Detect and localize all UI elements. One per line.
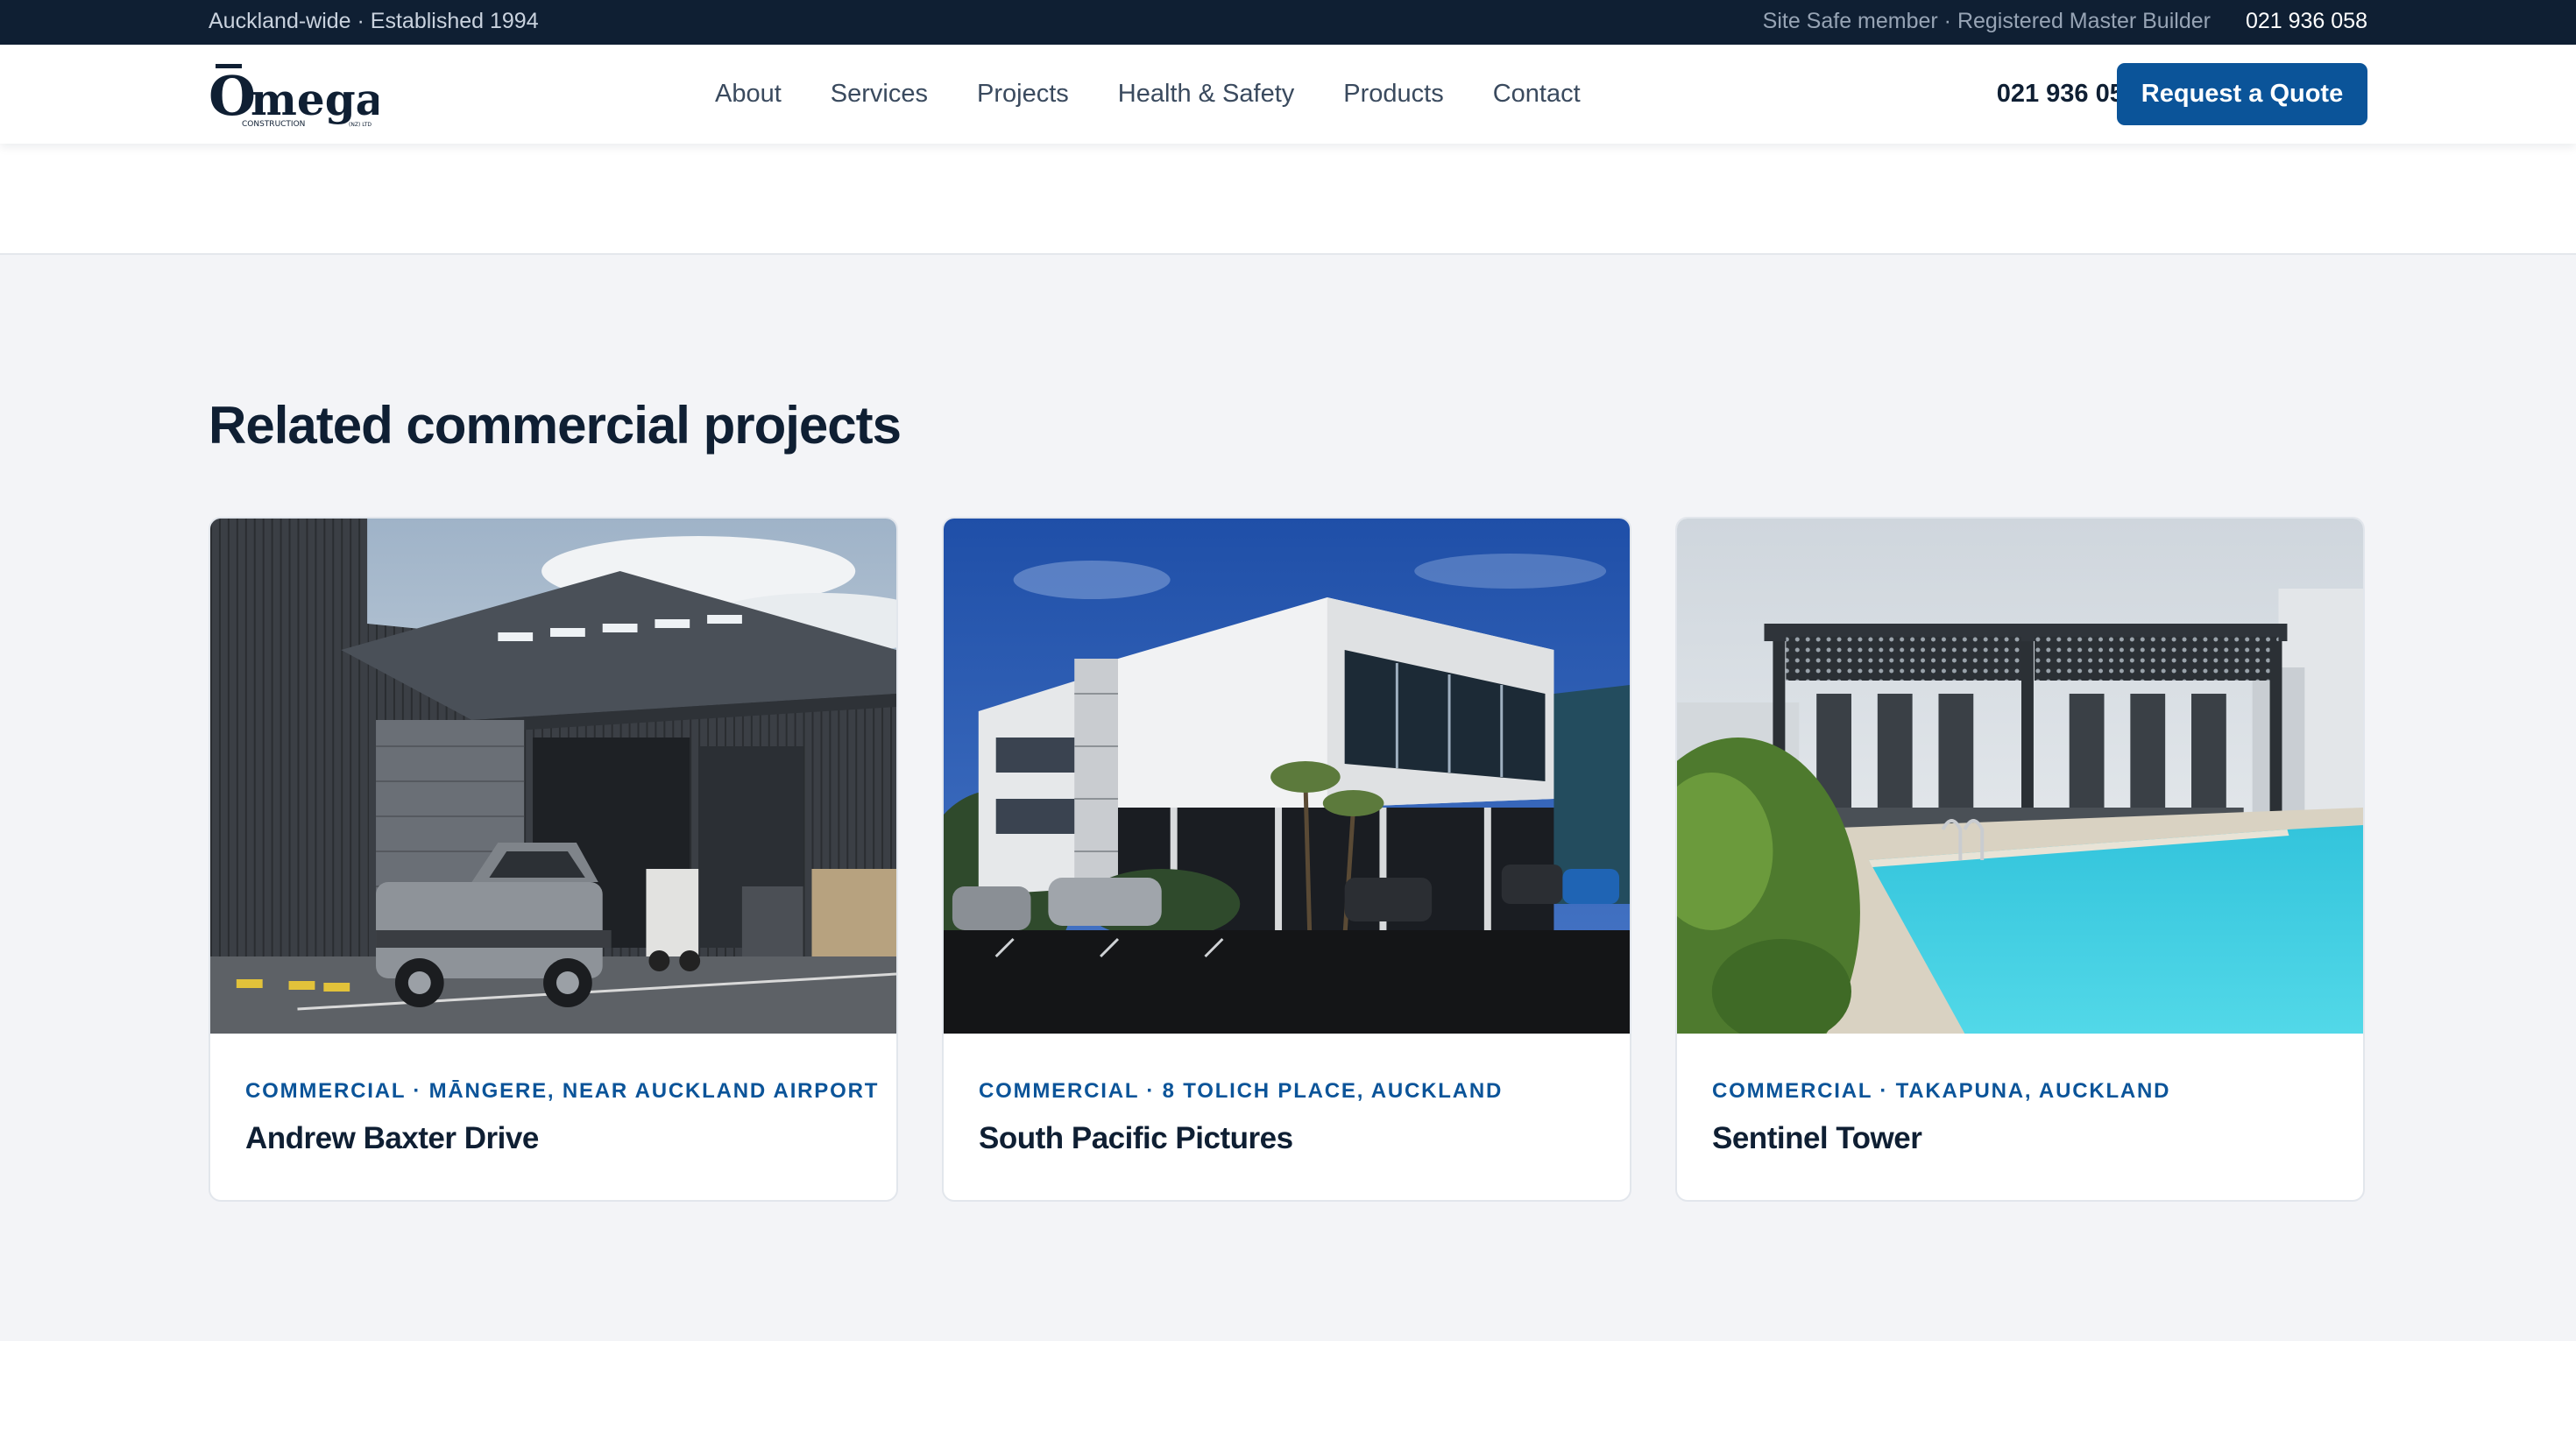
tagline: Auckland-wide · Established 1994 (209, 9, 539, 33)
main-navbar: O mega CONSTRUCTION (NZ) LTD About Servi… (0, 45, 2576, 144)
project-name[interactable]: Andrew Baxter Drive (245, 1121, 539, 1156)
pool-pergola-photo (1677, 519, 2363, 1034)
project-card-andrew-baxter-drive[interactable]: COMMERCIAL · MĀNGERE, NEAR AUCKLAND AIRP… (209, 517, 898, 1202)
top-utility-bar: Auckland-wide · Established 1994 Site Sa… (0, 0, 2576, 45)
nav-link-projects[interactable]: Projects (977, 80, 1069, 109)
logo-letter: O (209, 64, 256, 128)
project-meta: COMMERCIAL · 8 TOLICH PLACE, AUCKLAND (979, 1079, 1504, 1103)
logo-subtext-small: (NZ) LTD (349, 122, 372, 128)
project-card-south-pacific-pictures[interactable]: COMMERCIAL · 8 TOLICH PLACE, AUCKLAND So… (942, 517, 1631, 1202)
topbar-right: Site Safe member · Registered Master Bui… (1763, 9, 2367, 34)
page-footer-spacer (0, 1341, 2576, 1454)
related-projects-section: Related commercial projects COMMERCIAL ·… (0, 253, 2576, 1343)
nav-link-about[interactable]: About (715, 80, 782, 109)
nav-link-services[interactable]: Services (831, 80, 928, 109)
nav-link-contact[interactable]: Contact (1493, 80, 1581, 109)
logo-wordmark: mega (251, 74, 379, 125)
request-quote-button[interactable]: Request a Quote (2117, 63, 2367, 125)
project-meta: COMMERCIAL · TAKAPUNA, AUCKLAND (1712, 1079, 2171, 1103)
logo-subtext: CONSTRUCTION (242, 120, 305, 129)
project-name[interactable]: Sentinel Tower (1712, 1121, 1922, 1156)
project-card-sentinel-tower[interactable]: COMMERCIAL · TAKAPUNA, AUCKLAND Sentinel… (1675, 517, 2365, 1202)
project-cards: COMMERCIAL · MĀNGERE, NEAR AUCKLAND AIRP… (209, 517, 2365, 1202)
credentials-text: Site Safe member · Registered Master Bui… (1762, 9, 2211, 33)
project-name[interactable]: South Pacific Pictures (979, 1121, 1293, 1156)
section-title: Related commercial projects (209, 396, 902, 455)
office-building-photo (944, 519, 1630, 1034)
topbar-phone-link[interactable]: 021 936 058 (2246, 9, 2367, 34)
omega-logo[interactable]: O mega CONSTRUCTION (NZ) LTD (209, 60, 379, 131)
warehouse-photo (210, 519, 896, 1034)
project-meta: COMMERCIAL · MĀNGERE, NEAR AUCKLAND AIRP… (245, 1079, 880, 1103)
nav-link-health-safety[interactable]: Health & Safety (1118, 80, 1295, 109)
primary-nav: About Services Projects Health & Safety … (715, 45, 1581, 144)
nav-link-products[interactable]: Products (1343, 80, 1443, 109)
